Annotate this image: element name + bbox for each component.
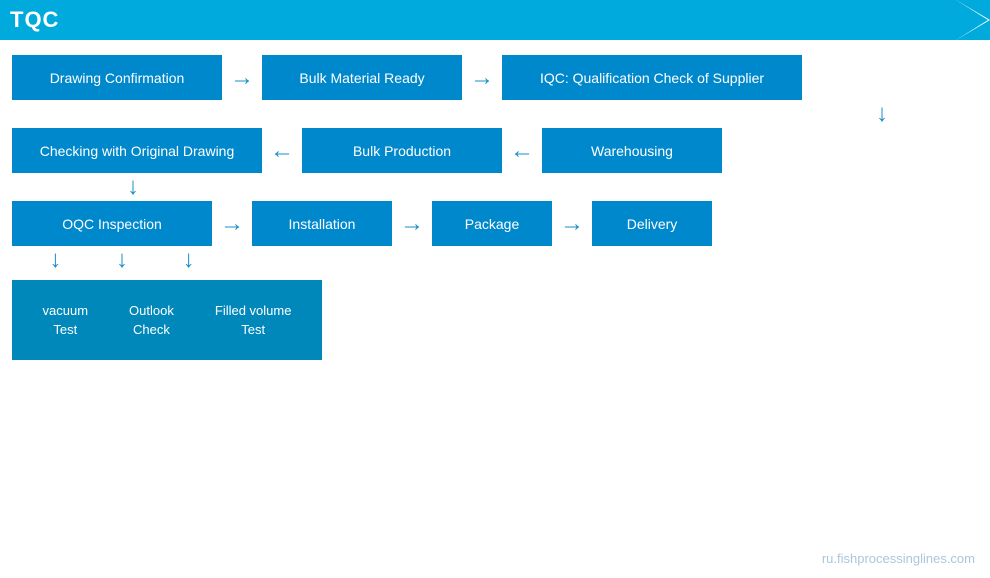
row2: Checking with Original Drawing ← Bulk Pr… <box>12 128 978 173</box>
sub-items-box: vacuum Test Outlook Check Filled volume … <box>12 280 322 360</box>
iqc-box: IQC: Qualification Check of Supplier <box>502 55 802 100</box>
filled-volume-item: Filled volume Test <box>215 301 292 340</box>
arrow-r3-1: → <box>220 212 244 236</box>
header-title: TQC <box>10 7 59 33</box>
bulk-material-box: Bulk Material Ready <box>262 55 462 100</box>
package-box: Package <box>432 201 552 246</box>
arrow-r3-3: → <box>560 212 584 236</box>
arrow-r1-2: → <box>470 66 494 90</box>
bulk-production-box: Bulk Production <box>302 128 502 173</box>
arrow-down-sub-3: ↓ <box>183 248 195 272</box>
arrow-down-sub-2: ↓ <box>116 248 128 272</box>
installation-box: Installation <box>252 201 392 246</box>
arrow-down-sub-1: ↓ <box>49 248 61 272</box>
arrow-r2-1: ← <box>270 139 294 163</box>
vacuum-test-line1: vacuum <box>43 301 89 321</box>
drawing-confirmation-box: Drawing Confirmation <box>12 55 222 100</box>
filled-volume-line1: Filled volume <box>215 301 292 321</box>
row1: Drawing Confirmation → Bulk Material Rea… <box>12 55 978 100</box>
outlook-check-line2: Check <box>129 320 174 340</box>
arrow-r3-2: → <box>400 212 424 236</box>
warehousing-box: Warehousing <box>542 128 722 173</box>
oqc-inspection-box: OQC Inspection <box>12 201 212 246</box>
delivery-box: Delivery <box>592 201 712 246</box>
arrow-down-r1-r2: ↓ <box>876 102 888 126</box>
watermark: ru.fishprocessinglines.com <box>822 551 975 566</box>
vacuum-test-line2: Test <box>43 320 89 340</box>
vacuum-test-item: vacuum Test <box>43 301 89 340</box>
arrow-r1-1: → <box>230 66 254 90</box>
row3: OQC Inspection → Installation → Package … <box>12 201 978 246</box>
diagram-layout: Drawing Confirmation → Bulk Material Rea… <box>0 40 990 370</box>
checking-original-box: Checking with Original Drawing <box>12 128 262 173</box>
outlook-check-line1: Outlook <box>129 301 174 321</box>
header: TQC <box>0 0 990 40</box>
filled-volume-line2: Test <box>215 320 292 340</box>
outlook-check-item: Outlook Check <box>129 301 174 340</box>
arrow-down-r2-r3: ↓ <box>127 175 139 199</box>
arrow-r2-2: ← <box>510 139 534 163</box>
sub-row: vacuum Test Outlook Check Filled volume … <box>12 280 978 360</box>
